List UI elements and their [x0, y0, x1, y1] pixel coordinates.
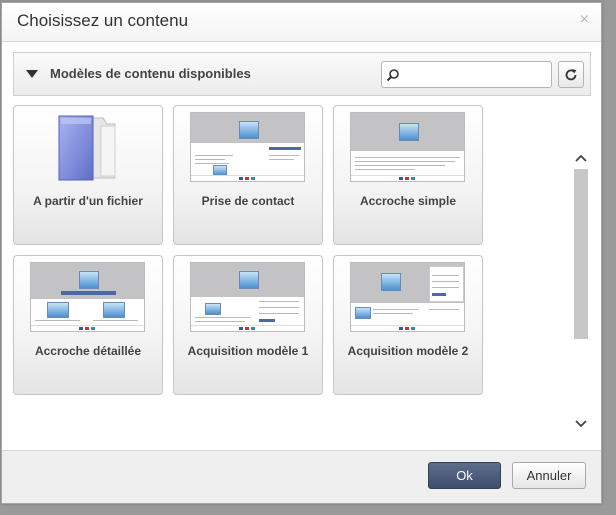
dialog-titlebar: Choisissez un contenu ×: [2, 3, 601, 42]
template-card-prise-de-contact[interactable]: Prise de contact: [173, 105, 323, 245]
scrollbar-thumb[interactable]: [574, 169, 588, 339]
scroll-up-arrow-icon[interactable]: [572, 147, 590, 169]
refresh-icon: [565, 68, 577, 80]
template-label: Accroche détaillée: [34, 344, 142, 358]
search-input[interactable]: [404, 63, 551, 86]
template-card-from-file[interactable]: A partir d'un fichier: [13, 105, 163, 245]
cancel-button[interactable]: Annuler: [512, 462, 586, 489]
template-label: Accroche simple: [359, 194, 457, 208]
dialog-title: Choisissez un contenu: [17, 11, 189, 30]
section-title: Modèles de contenu disponibles: [50, 66, 251, 81]
template-thumbnail: [190, 262, 305, 332]
template-label: Acquisition modèle 2: [347, 344, 469, 358]
template-thumbnail: [190, 112, 305, 182]
template-card-accroche-detaillee[interactable]: Accroche détaillée: [13, 255, 163, 395]
scroll-down-arrow-icon[interactable]: [572, 413, 590, 435]
template-label: Acquisition modèle 1: [187, 344, 309, 358]
template-thumbnail: [350, 262, 465, 332]
template-card-acquisition-modele-1[interactable]: Acquisition modèle 1: [173, 255, 323, 395]
ok-button[interactable]: Ok: [428, 462, 501, 489]
template-card-acquisition-modele-2[interactable]: Acquisition modèle 2: [333, 255, 483, 395]
vertical-scrollbar[interactable]: [572, 135, 590, 441]
template-label: A partir d'un fichier: [33, 194, 143, 208]
template-thumbnail: [30, 262, 145, 332]
template-thumbnail: [350, 112, 465, 182]
refresh-button[interactable]: [558, 61, 584, 88]
available-templates-header[interactable]: Modèles de contenu disponibles: [13, 52, 591, 96]
search-box[interactable]: [381, 61, 552, 88]
close-icon[interactable]: ×: [580, 12, 589, 28]
search-icon: [382, 64, 404, 86]
dialog-footer: Ok Annuler: [2, 450, 601, 503]
collapse-triangle-icon[interactable]: [26, 70, 38, 78]
template-card-accroche-simple[interactable]: Accroche simple: [333, 105, 483, 245]
folder-icon: [58, 115, 116, 181]
template-label: Prise de contact: [201, 194, 295, 208]
choose-content-dialog: Choisissez un contenu × Modèles de conte…: [1, 2, 602, 504]
